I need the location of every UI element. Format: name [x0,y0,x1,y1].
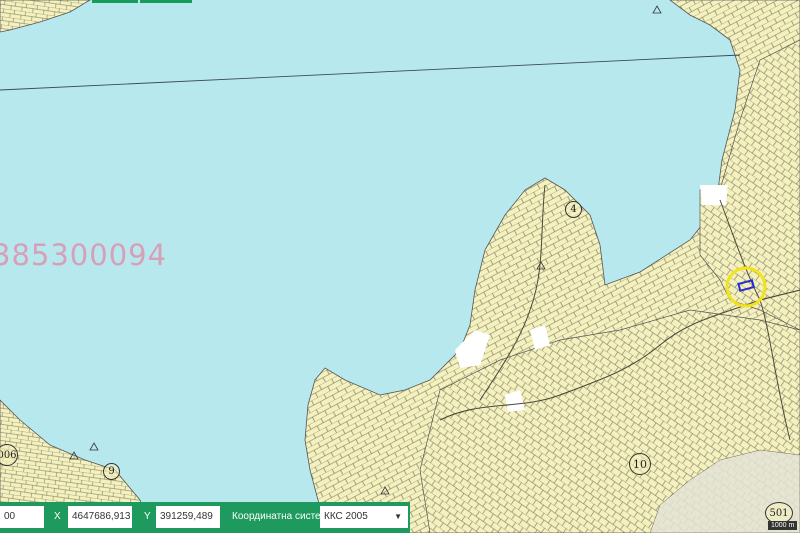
x-coordinate-field[interactable]: 4647686,913 [68,506,132,528]
x-coordinate-value: 4647686,913 [72,511,131,522]
top-tab-2[interactable] [140,0,192,3]
y-coordinate-field[interactable]: 391259,489 [156,506,220,528]
zoom-value: 00 [4,511,16,522]
district-number-text: 9 [108,466,115,477]
district-number-text: 10 [633,457,647,471]
x-label: X [54,511,61,522]
y-label: Y [144,511,151,522]
y-coordinate-value: 391259,489 [160,511,213,522]
crs-value: ККС 2005 [324,511,368,522]
district-number-4: 4 [565,201,582,218]
district-number-text: 4 [570,204,577,215]
chevron-down-icon: ▼ [394,512,402,521]
district-number-text: 501 [769,507,789,519]
coordinate-bar: 00 X 4647686,913 Y 391259,489 Координатн… [0,502,410,533]
zoom-field[interactable]: 00 [0,506,44,528]
scale-text: 1000 m [771,522,795,529]
scale-bar: 1000 m [768,521,798,530]
top-toolbar-tabs [92,0,192,3]
district-number-9: 9 [103,463,120,480]
district-number-10: 10 [629,453,651,475]
crs-select[interactable]: ККС 2005 ▼ [320,506,408,528]
parcel-id-label: 385300094 [0,238,168,272]
district-number-text: 006 [0,449,17,461]
crs-label: Координатна система [232,511,334,522]
top-tab-1[interactable] [92,0,138,3]
white-clearing-3 [700,185,728,205]
